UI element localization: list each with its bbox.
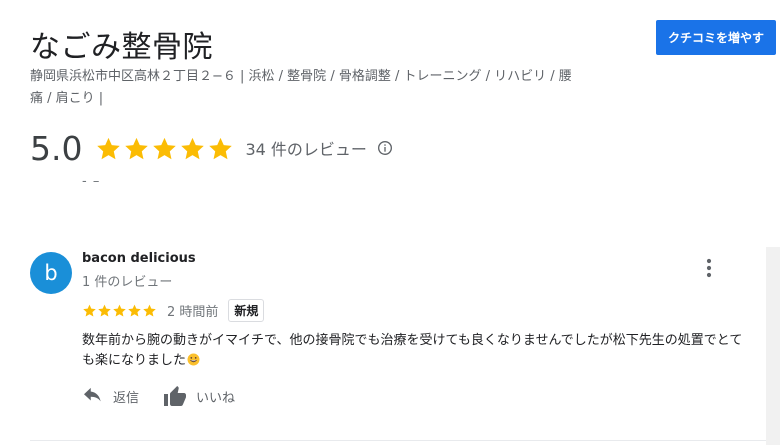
review-text: 数年前から腕の動きがイマイチで、他の接骨院でも治療を受けても良くなりませんでした… <box>82 331 754 371</box>
rating-summary: 5.0 34 件のレビュー <box>30 126 393 170</box>
star-icon <box>113 304 126 316</box>
business-title: なごみ整骨院 <box>30 30 213 65</box>
divider <box>30 440 766 441</box>
review-stars <box>82 303 157 318</box>
reviewer-name[interactable]: bacon delicious <box>82 251 196 266</box>
like-label: いいね <box>196 390 236 406</box>
star-icon <box>97 137 121 159</box>
thumbs-up-icon <box>164 386 187 406</box>
star-icon <box>128 304 141 316</box>
get-more-reviews-button[interactable]: クチコミを増やす <box>656 20 776 55</box>
avatar[interactable]: b <box>30 252 72 294</box>
review-count: 34 件のレビュー <box>245 140 367 159</box>
reviewer-review-count: 1 件のレビュー <box>82 275 173 290</box>
new-badge: 新規 <box>228 298 265 322</box>
star-icon <box>125 137 149 159</box>
star-icon <box>143 304 156 316</box>
star-icon <box>153 137 177 159</box>
reply-button[interactable]: 返信 <box>82 387 139 406</box>
star-icon <box>181 137 205 159</box>
review-body: 数年前から腕の動きがイマイチで、他の接骨院でも治療を受けても良くなりませんでした… <box>82 333 743 368</box>
reply-icon <box>84 387 101 402</box>
review-meta: 2 時間前 新規 <box>82 298 265 322</box>
rating-stars <box>95 135 235 162</box>
grinning-emoji-icon <box>187 353 200 366</box>
more-vert-icon <box>706 258 712 278</box>
info-icon[interactable] <box>377 140 393 156</box>
scrollbar[interactable] <box>766 247 780 445</box>
rating-score: 5.0 <box>30 128 83 168</box>
more-options-button[interactable] <box>698 256 720 280</box>
star-icon <box>98 304 111 316</box>
like-button[interactable]: いいね <box>163 385 235 407</box>
star-icon <box>209 137 233 159</box>
star-icon <box>83 304 96 316</box>
business-address: 静岡県浜松市中区高林２丁目２−６ | 浜松 / 整骨院 / 骨格調整 / トレー… <box>30 69 572 106</box>
review-time: 2 時間前 <box>167 304 219 320</box>
reply-label: 返信 <box>113 390 140 406</box>
dash-text: - – <box>82 174 101 189</box>
review-actions: 返信 いいね <box>82 382 235 410</box>
